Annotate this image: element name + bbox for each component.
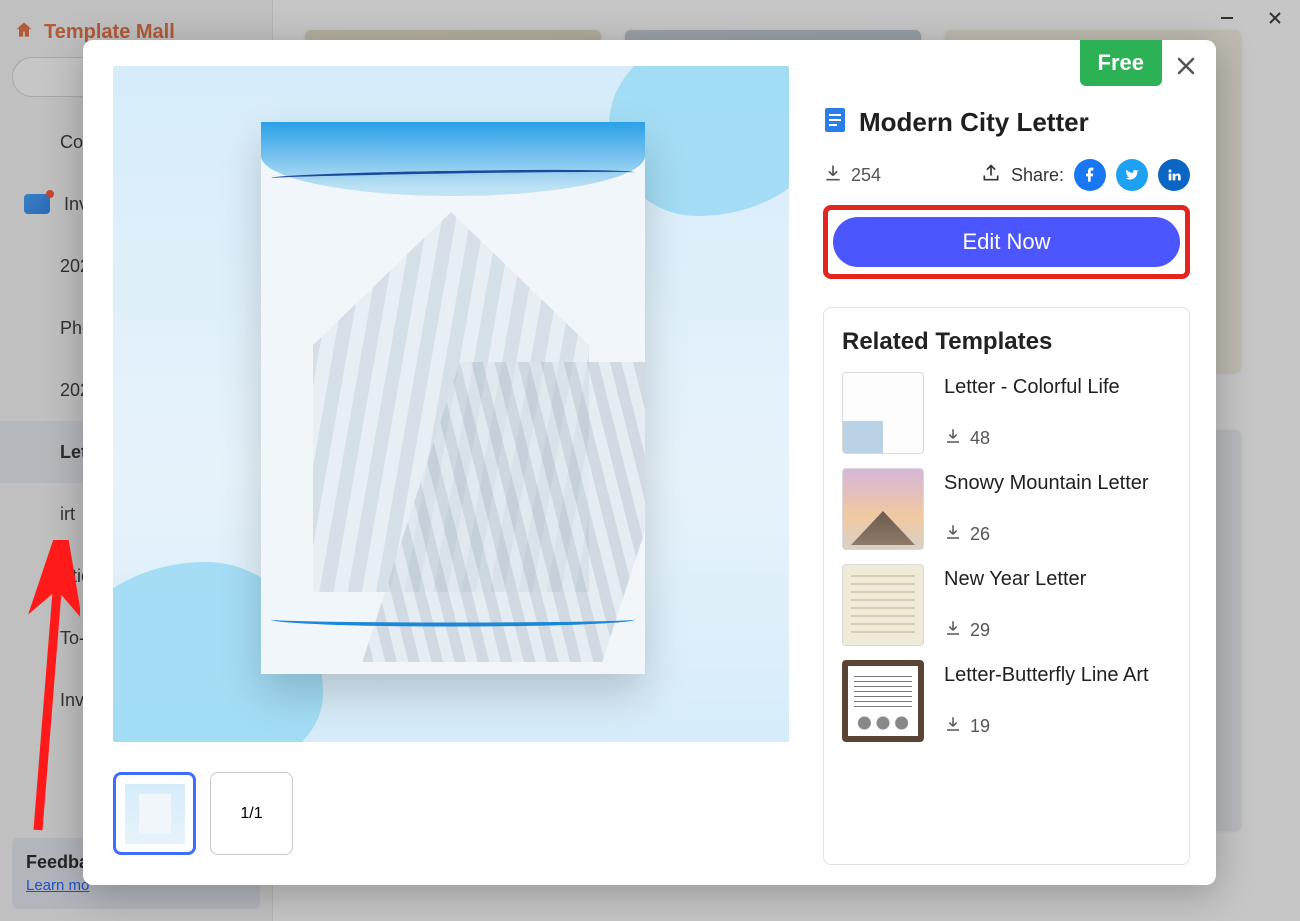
related-thumbnail <box>842 468 924 550</box>
document-icon <box>823 106 847 139</box>
related-template-name: Letter-Butterfly Line Art <box>944 664 1149 687</box>
download-icon <box>944 523 962 546</box>
related-template-item[interactable]: Letter-Butterfly Line Art 19 <box>842 660 1171 742</box>
related-template-name: Snowy Mountain Letter <box>944 472 1149 495</box>
preview-page-indicator[interactable]: 1/1 <box>210 772 293 855</box>
related-thumbnail <box>842 564 924 646</box>
edit-now-button[interactable]: Edit Now <box>833 217 1180 267</box>
template-detail-modal: Free 1 <box>83 40 1216 885</box>
download-icon <box>944 715 962 738</box>
related-template-name: Letter - Colorful Life <box>944 376 1120 399</box>
share-icon <box>981 163 1001 188</box>
download-icon <box>944 427 962 450</box>
download-icon <box>944 619 962 642</box>
related-template-item[interactable]: Snowy Mountain Letter 26 <box>842 468 1171 550</box>
preview-thumbnail-1[interactable] <box>113 772 196 855</box>
related-download-count: 29 <box>970 620 990 641</box>
related-template-item[interactable]: New Year Letter 29 <box>842 564 1171 646</box>
related-template-item[interactable]: Letter - Colorful Life 48 <box>842 372 1171 454</box>
template-title: Modern City Letter <box>859 107 1089 138</box>
download-icon <box>823 163 843 188</box>
template-preview-image <box>113 66 789 742</box>
share-linkedin-button[interactable] <box>1158 159 1190 191</box>
related-download-count: 19 <box>970 716 990 737</box>
related-thumbnail <box>842 372 924 454</box>
edit-now-highlight: Edit Now <box>823 205 1190 279</box>
download-count: 254 <box>851 165 881 186</box>
related-templates-panel: Related Templates Letter - Colorful Life… <box>823 307 1190 865</box>
related-templates-title: Related Templates <box>842 328 1171 356</box>
modal-close-button[interactable] <box>1170 50 1202 82</box>
related-template-name: New Year Letter <box>944 568 1086 591</box>
share-twitter-button[interactable] <box>1116 159 1148 191</box>
share-facebook-button[interactable] <box>1074 159 1106 191</box>
related-download-count: 48 <box>970 428 990 449</box>
related-thumbnail <box>842 660 924 742</box>
free-badge: Free <box>1080 40 1162 86</box>
related-download-count: 26 <box>970 524 990 545</box>
share-label: Share: <box>1011 165 1064 186</box>
